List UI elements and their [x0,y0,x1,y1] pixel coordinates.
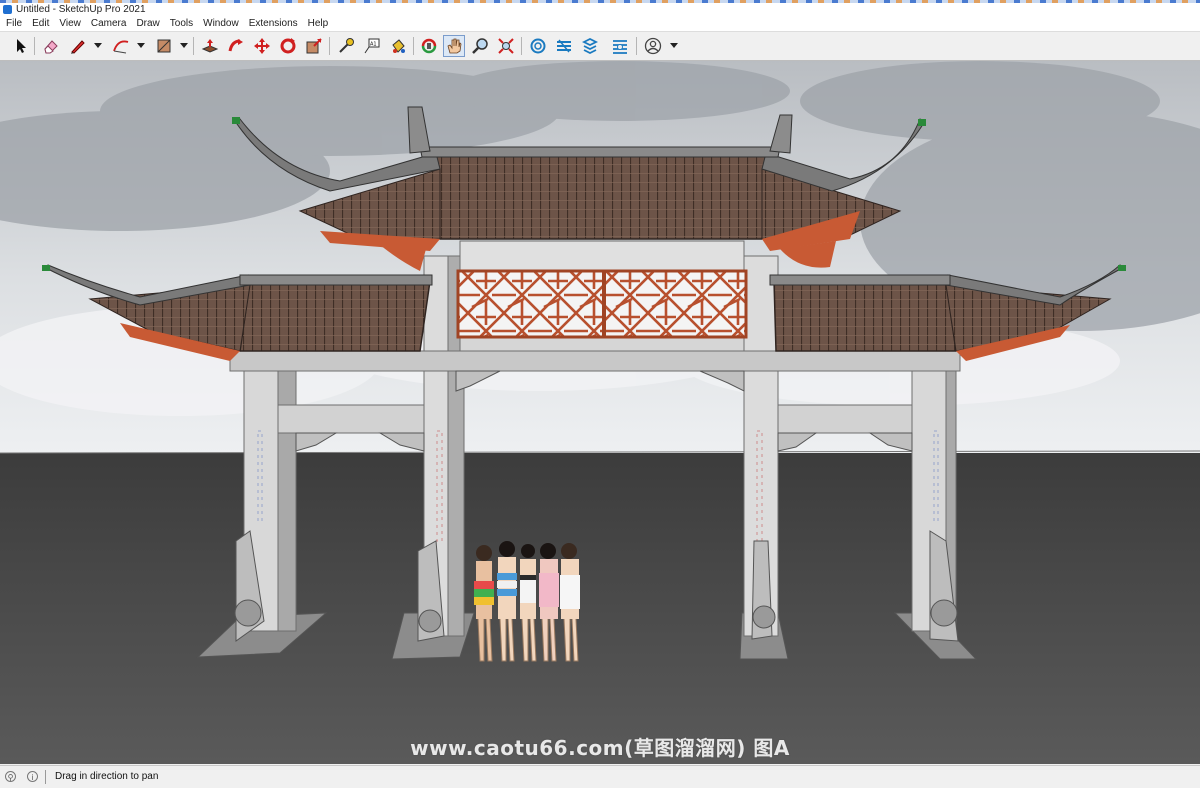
pan-tool-button[interactable] [443,35,465,57]
menu-window[interactable]: Window [198,16,244,31]
zoom-extents-tool-button[interactable] [495,35,517,57]
toolbar-separator [193,37,194,55]
rectangle-shape-icon [157,39,171,53]
model-viewport[interactable] [0,61,1200,764]
window-title: Untitled - SketchUp Pro 2021 [16,4,146,15]
menu-view[interactable]: View [54,16,86,31]
text-tag-icon: A1 [364,38,380,54]
pan-hand-icon [447,38,462,54]
extension-warehouse-icon [557,39,571,53]
3d-warehouse-button[interactable] [527,35,549,57]
warehouse-icon [530,38,546,54]
rotate-icon [280,38,296,54]
menu-draw[interactable]: Draw [131,16,164,31]
orbit-tool-button[interactable] [418,35,440,57]
right-lower-beam [777,404,913,434]
menu-help[interactable]: Help [303,16,334,31]
model-scene [0,61,1200,764]
ground-plane [0,453,1200,764]
select-icon [17,39,26,53]
account-button[interactable] [642,35,664,57]
push-pull-icon [201,39,219,53]
arc-icon [113,40,129,54]
geo-location-icon[interactable]: ⚲ [5,771,16,782]
svg-text:A1: A1 [370,42,377,48]
arc-dropdown-arrow[interactable] [137,43,145,48]
eraser-tool-button[interactable] [40,35,62,57]
paint-bucket-icon [392,39,405,53]
shape-dropdown-arrow[interactable] [180,43,188,48]
toolbar-separator [413,37,414,55]
instructor-info-icon[interactable]: i [27,771,38,782]
follow-me-tool-button[interactable] [225,35,247,57]
toolbar-separator [34,37,35,55]
paint-bucket-tool-button[interactable] [387,35,409,57]
move-tool-button[interactable] [251,35,273,57]
toolbar-separator [636,37,637,55]
eraser-icon [44,40,58,54]
move-icon [254,38,270,54]
status-message: Drag in direction to pan [55,771,159,782]
tape-measure-icon [339,38,354,53]
toolbar-separator [521,37,522,55]
layout-icon [581,37,599,55]
extension-warehouse-button[interactable] [553,35,575,57]
sketchup-app-icon [3,5,12,14]
account-icon [644,37,662,55]
status-bar: ⚲ i Drag in direction to pan [0,765,1200,788]
zoom-tool-button[interactable] [469,35,491,57]
pencil-line-icon [71,40,85,54]
left-lower-beam [277,404,425,434]
menu-bar: File Edit View Camera Draw Tools Window … [0,16,1200,32]
scale-tool-button[interactable] [303,35,325,57]
zoom-extents-icon [498,38,514,54]
arc-tool-button[interactable] [110,35,132,57]
shape-tool-button[interactable] [153,35,175,57]
main-toolbar: A1 [0,32,1200,61]
side-top-beam [229,350,961,372]
menu-camera[interactable]: Camera [86,16,132,31]
rotate-tool-button[interactable] [277,35,299,57]
account-dropdown-arrow[interactable] [670,43,678,48]
orbit-icon [421,38,437,54]
extension-manager-button[interactable] [609,35,631,57]
menu-edit[interactable]: Edit [27,16,54,31]
title-bar: Untitled - SketchUp Pro 2021 [0,3,1200,16]
text-tool-button[interactable]: A1 [361,35,383,57]
select-tool-button[interactable] [9,35,31,57]
toolbar-separator [329,37,330,55]
tape-measure-tool-button[interactable] [335,35,357,57]
menu-tools[interactable]: Tools [165,16,198,31]
zoom-icon [472,38,488,54]
status-separator [45,770,46,784]
watermark-text: www.caotu66.com(草图溜溜网) 图A [410,736,790,760]
push-pull-tool-button[interactable] [199,35,221,57]
line-tool-button[interactable] [67,35,89,57]
scale-icon [306,38,322,54]
menu-extensions[interactable]: Extensions [244,16,303,31]
follow-me-icon [228,39,243,52]
extension-manager-icon [613,40,627,54]
layout-button[interactable] [579,35,601,57]
menu-file[interactable]: File [0,16,27,31]
line-dropdown-arrow[interactable] [94,43,102,48]
central-upper-beam [459,240,745,272]
